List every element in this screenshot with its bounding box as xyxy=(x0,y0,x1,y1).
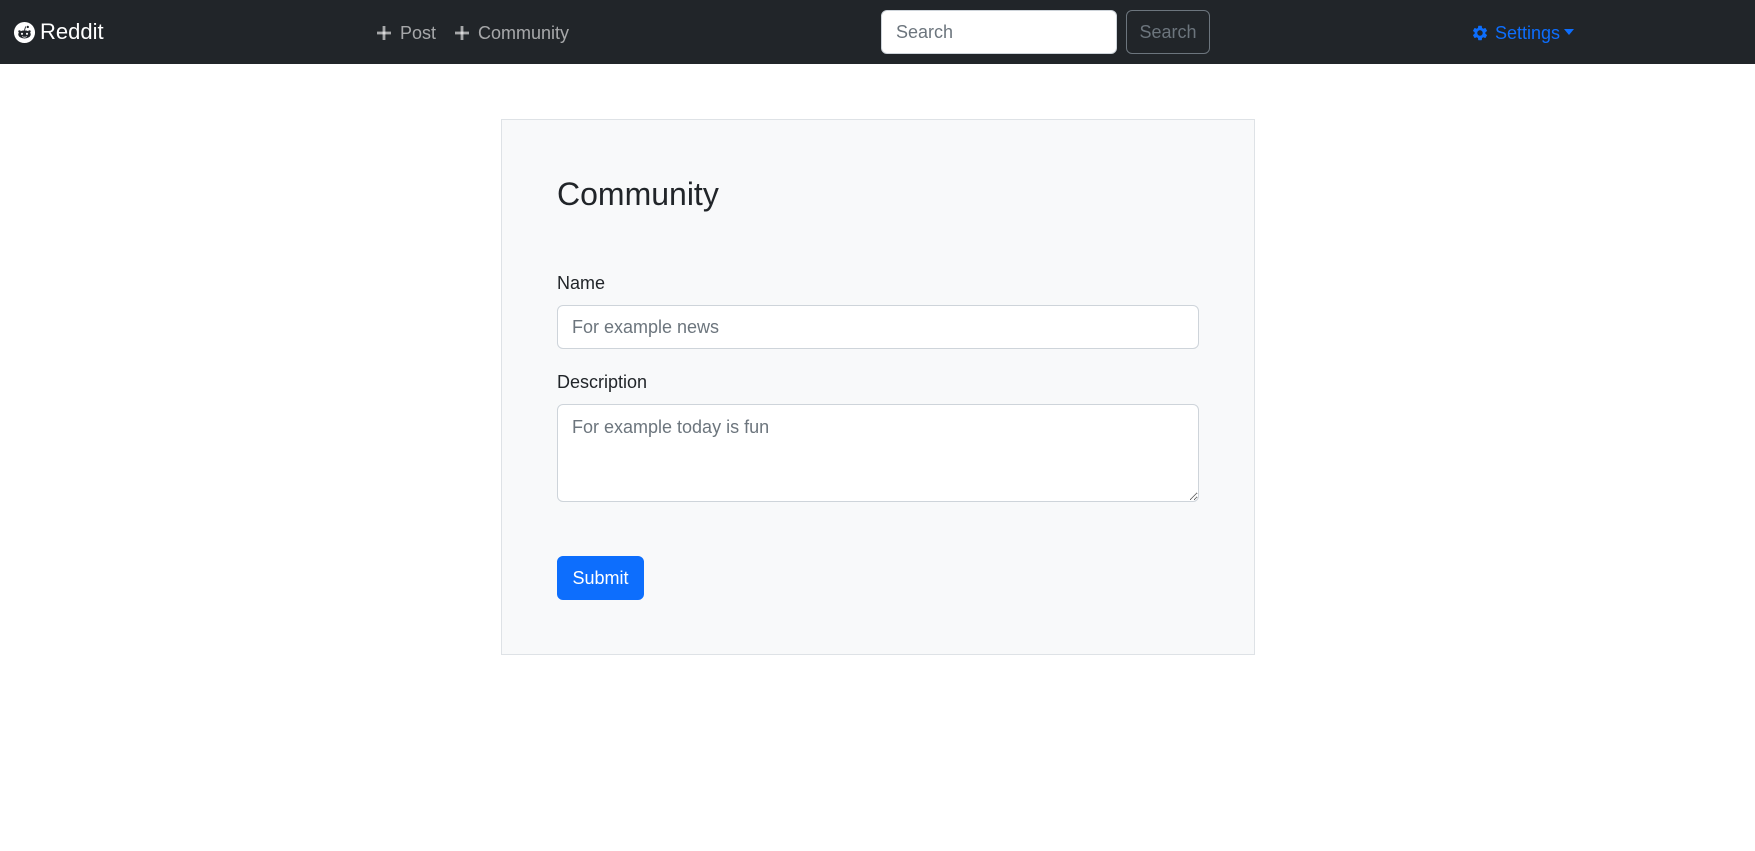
name-input[interactable] xyxy=(557,305,1199,349)
top-navbar: Reddit Post Community Search Settings xyxy=(0,0,1755,64)
nav-community-label: Community xyxy=(478,22,570,43)
reddit-logo-icon xyxy=(13,21,36,44)
submit-button[interactable]: Submit xyxy=(557,556,644,600)
page-title: Community xyxy=(557,176,719,212)
brand-link[interactable]: Reddit xyxy=(13,17,104,47)
name-label: Name xyxy=(557,273,606,293)
search-button[interactable]: Search xyxy=(1126,10,1210,54)
nav-new-community[interactable]: Community xyxy=(454,20,569,46)
settings-label: Settings xyxy=(1495,22,1561,43)
community-form-card: Community Name Description Submit xyxy=(501,119,1255,655)
description-label: Description xyxy=(557,372,648,392)
nav-new-post[interactable]: Post xyxy=(376,20,436,46)
plus-icon xyxy=(376,25,392,41)
plus-icon xyxy=(454,25,470,41)
brand-label: Reddit xyxy=(40,19,104,44)
description-textarea[interactable] xyxy=(557,404,1199,502)
caret-down-icon xyxy=(1564,29,1575,35)
gear-icon xyxy=(1471,24,1489,42)
settings-dropdown[interactable]: Settings xyxy=(1471,20,1575,46)
nav-post-label: Post xyxy=(400,22,437,43)
search-input[interactable] xyxy=(881,10,1117,54)
